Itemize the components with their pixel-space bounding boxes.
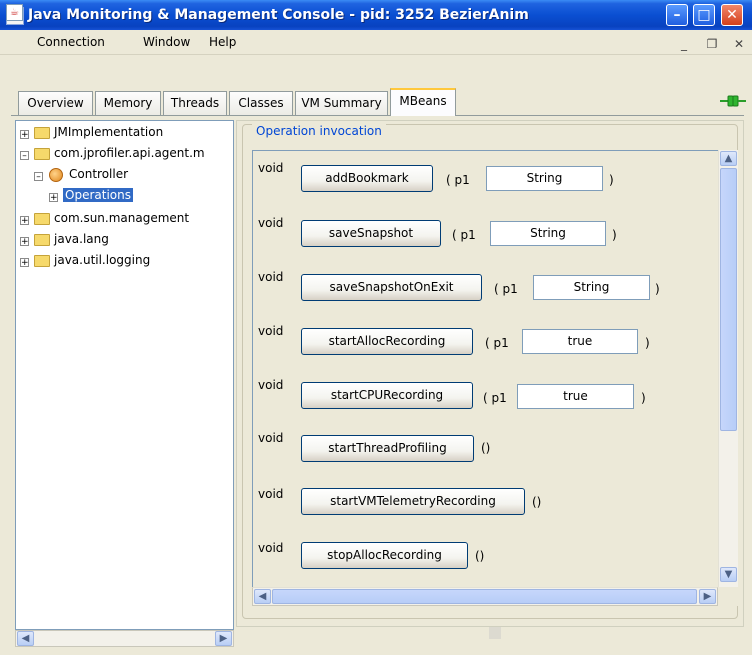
- tree-node-operations[interactable]: Operations: [63, 185, 133, 205]
- param-input[interactable]: true: [517, 384, 634, 409]
- mbean-icon: [49, 168, 63, 182]
- param-input[interactable]: String: [486, 166, 603, 191]
- folder-icon: [34, 127, 50, 139]
- param-label: ( p1: [485, 336, 509, 350]
- param-input[interactable]: true: [522, 329, 638, 354]
- vertical-scroll-thumb[interactable]: [720, 168, 737, 431]
- operations-viewport: [252, 150, 718, 587]
- menu-window[interactable]: Window: [143, 30, 190, 54]
- tree-node-operations-label: Operations: [63, 188, 133, 202]
- menu-connection[interactable]: Connection: [37, 30, 105, 54]
- resize-grip-icon[interactable]: [489, 627, 501, 639]
- param-close: ): [645, 336, 650, 350]
- mdi-close-icon[interactable]: ✕: [730, 36, 748, 52]
- scroll-up-icon[interactable]: ▲: [720, 151, 737, 166]
- window-title: Java Monitoring & Management Console - p…: [28, 7, 529, 23]
- folder-icon: [34, 255, 50, 267]
- return-type-label: void: [258, 216, 284, 230]
- param-close: ): [641, 391, 646, 405]
- tree-node-com-sun-management[interactable]: com.sun.management: [54, 208, 189, 228]
- connection-plug-icon: [720, 95, 746, 107]
- maximize-icon[interactable]: □: [693, 4, 715, 26]
- tab-strip-divider: [11, 115, 744, 116]
- scroll-right-icon[interactable]: ▶: [699, 589, 716, 604]
- param-label: ( p1: [483, 391, 507, 405]
- param-input[interactable]: String: [533, 275, 650, 300]
- param-label: (): [475, 549, 485, 563]
- param-label: ( p1: [494, 282, 518, 296]
- invoke-stopAllocRecording-button[interactable]: stopAllocRecording: [301, 542, 468, 569]
- java-cup-icon[interactable]: ☕: [6, 4, 23, 21]
- invoke-startCPURecording-button[interactable]: startCPURecording: [301, 382, 473, 409]
- scroll-down-icon[interactable]: ▼: [720, 567, 737, 582]
- collapse-icon[interactable]: –: [34, 172, 43, 182]
- return-type-label: void: [258, 431, 284, 445]
- return-type-label: void: [258, 487, 284, 501]
- invoke-saveSnapshot-button[interactable]: saveSnapshot: [301, 220, 441, 247]
- tab-overview[interactable]: Overview: [18, 91, 93, 115]
- scroll-right-icon[interactable]: ▶: [215, 631, 232, 646]
- scroll-left-icon[interactable]: ◀: [17, 631, 34, 646]
- tree-node-jmimplementation[interactable]: JMImplementation: [54, 122, 163, 142]
- folder-icon: [34, 213, 50, 225]
- invoke-startThreadProfiling-button[interactable]: startThreadProfiling: [301, 435, 474, 462]
- scroll-corner: [718, 587, 738, 606]
- param-label: (): [532, 495, 542, 509]
- param-close: ): [655, 282, 660, 296]
- invoke-addBookmark-button[interactable]: addBookmark: [301, 165, 433, 192]
- mbean-tree[interactable]: + JMImplementation – com.jprofiler.api.a…: [15, 120, 234, 630]
- param-input[interactable]: String: [490, 221, 606, 246]
- tab-memory[interactable]: Memory: [95, 91, 161, 115]
- return-type-label: void: [258, 324, 284, 338]
- menu-help[interactable]: Help: [209, 30, 236, 54]
- folder-icon: [34, 234, 50, 246]
- return-type-label: void: [258, 270, 284, 284]
- invoke-startVMTelemetryRecording-button[interactable]: startVMTelemetryRecording: [301, 488, 525, 515]
- mdi-minimize-icon[interactable]: _: [675, 36, 693, 52]
- expand-icon[interactable]: +: [20, 237, 29, 247]
- tab-mbeans[interactable]: MBeans: [390, 88, 456, 116]
- param-close: ): [612, 228, 617, 242]
- return-type-label: void: [258, 378, 284, 392]
- param-close: ): [609, 173, 614, 187]
- return-type-label: void: [258, 541, 284, 555]
- expand-icon[interactable]: +: [20, 258, 29, 268]
- tab-threads[interactable]: Threads: [163, 91, 227, 115]
- operation-invocation-title: Operation invocation: [252, 123, 386, 139]
- expand-icon[interactable]: +: [20, 216, 29, 226]
- param-label: ( p1: [452, 228, 476, 242]
- tree-node-controller[interactable]: Controller: [69, 164, 128, 184]
- folder-icon: [34, 148, 50, 160]
- tree-node-java-lang[interactable]: java.lang: [54, 229, 109, 249]
- menu-bar: [0, 30, 752, 55]
- invoke-saveSnapshotOnExit-button[interactable]: saveSnapshotOnExit: [301, 274, 482, 301]
- mdi-restore-icon[interactable]: ❐: [703, 36, 721, 52]
- close-icon[interactable]: ✕: [721, 4, 743, 26]
- tab-vm-summary[interactable]: VM Summary: [295, 91, 388, 115]
- collapse-icon[interactable]: –: [20, 151, 29, 161]
- minimize-icon[interactable]: –: [666, 4, 688, 26]
- tree-node-com-jprofiler[interactable]: com.jprofiler.api.agent.m: [54, 143, 205, 163]
- return-type-label: void: [258, 161, 284, 175]
- invoke-startAllocRecording-button[interactable]: startAllocRecording: [301, 328, 473, 355]
- tree-horizontal-scrollbar[interactable]: ◀ ▶: [15, 630, 234, 647]
- scroll-left-icon[interactable]: ◀: [254, 589, 271, 604]
- tab-classes[interactable]: Classes: [229, 91, 293, 115]
- expand-icon[interactable]: +: [49, 193, 58, 203]
- horizontal-scroll-thumb[interactable]: [272, 589, 697, 604]
- param-label: ( p1: [446, 173, 470, 187]
- expand-icon[interactable]: +: [20, 130, 29, 140]
- param-label: (): [481, 441, 491, 455]
- tree-node-java-util-logging[interactable]: java.util.logging: [54, 250, 150, 270]
